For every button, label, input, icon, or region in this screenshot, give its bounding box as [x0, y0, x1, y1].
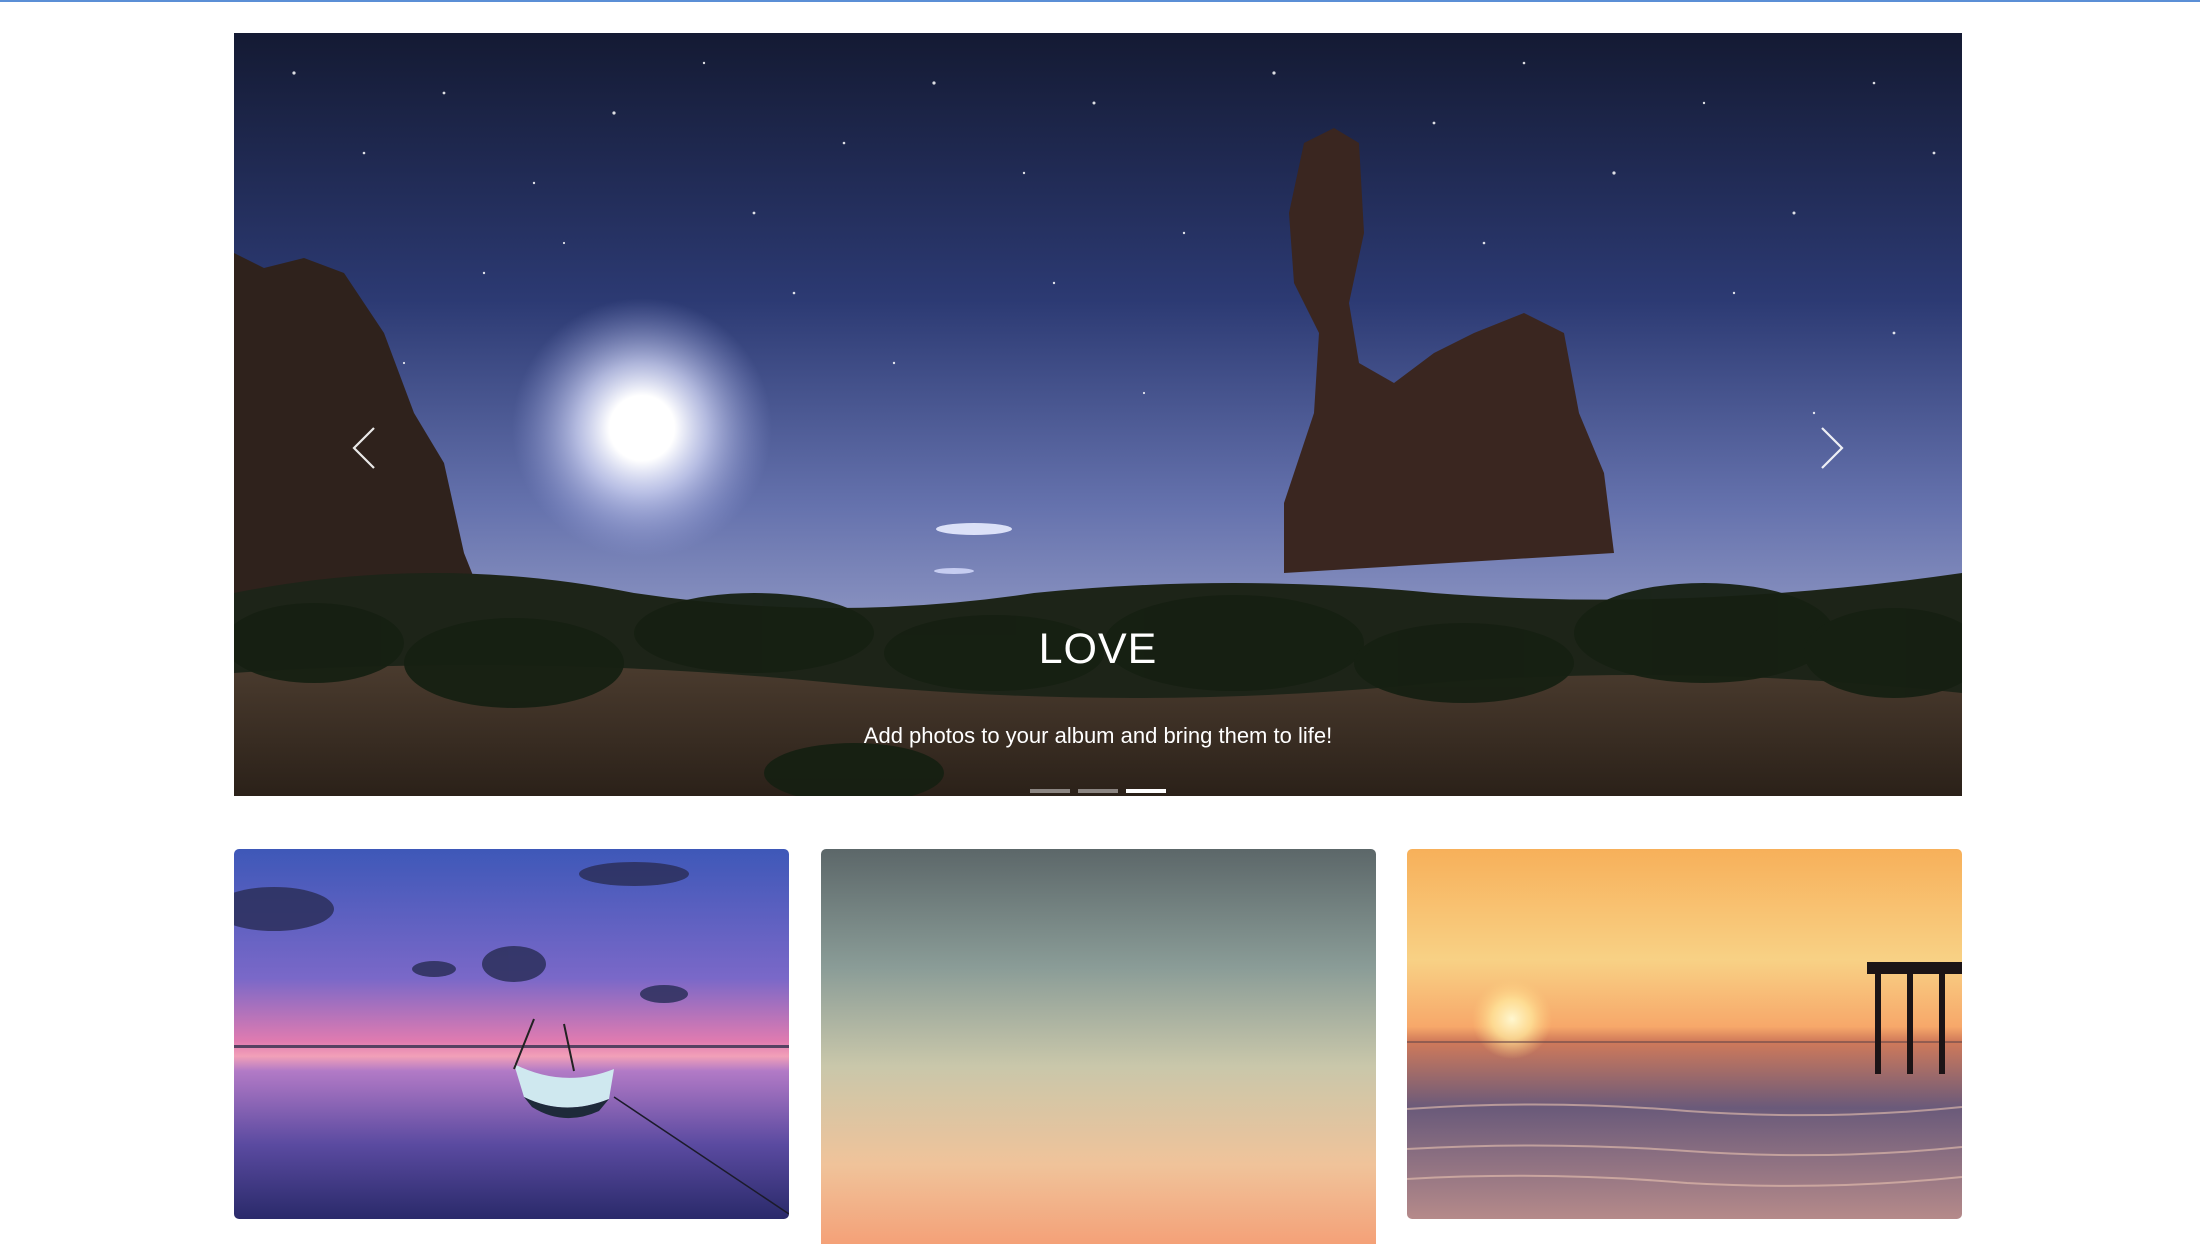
chevron-right-icon	[1821, 427, 1844, 469]
indicator-3[interactable]	[1126, 789, 1166, 793]
slide-caption: Add photos to your album and bring them …	[863, 723, 1333, 748]
gallery-photo-gradient-sky[interactable]	[821, 849, 1376, 1244]
indicator-1[interactable]	[1030, 789, 1070, 793]
gradient-sky-image	[821, 849, 1376, 1244]
beach-pier-image	[1407, 849, 1962, 1219]
indicator-2[interactable]	[1078, 789, 1118, 793]
carousel-indicators	[234, 789, 1962, 793]
carousel-prev-button[interactable]	[334, 413, 394, 483]
top-border	[0, 0, 2200, 2]
hero-carousel[interactable]: LOVE Add photos to your album and bring …	[234, 33, 1962, 796]
chevron-left-icon	[352, 427, 375, 469]
lake-boat-image	[234, 849, 789, 1219]
carousel-next-button[interactable]	[1802, 413, 1862, 483]
night-sky-desert-photo	[234, 33, 1962, 796]
gallery-photo-lake-boat[interactable]	[234, 849, 789, 1219]
gallery-photo-beach-pier[interactable]	[1407, 849, 1962, 1219]
slide-title: LOVE	[1038, 625, 1158, 673]
